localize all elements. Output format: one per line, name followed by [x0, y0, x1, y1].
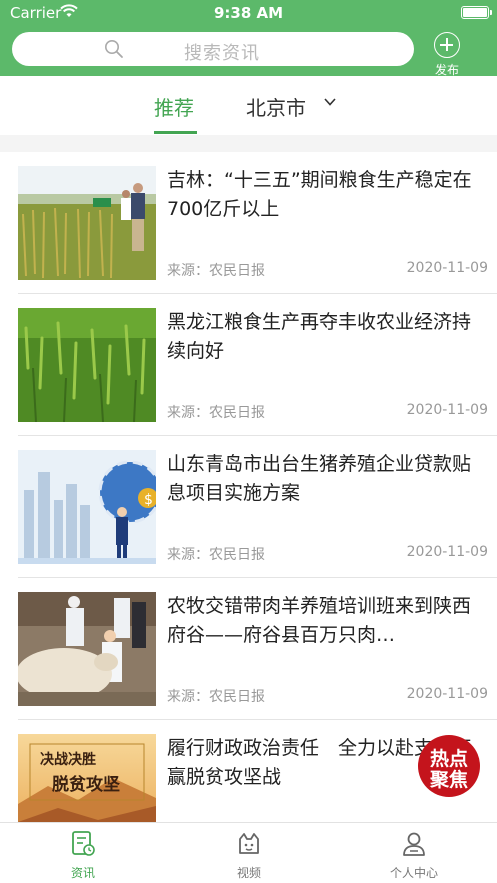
svg-text:$: $	[144, 492, 153, 508]
news-date: 2020-11-09	[406, 686, 488, 702]
news-item[interactable]: 黑龙江粮食生产再夺丰收农业经济持续向好 来源：农民日报 2020-11-09	[0, 294, 497, 436]
search-bar[interactable]: 搜索资讯	[12, 32, 414, 66]
news-title: 农牧交错带肉羊养殖培训班来到陕西府谷——府谷县百万只肉…	[167, 595, 472, 646]
active-tab-indicator	[154, 131, 197, 134]
tab-recommended[interactable]: 推荐	[154, 92, 194, 121]
tab-profile[interactable]: 个人中心	[354, 829, 474, 881]
news-date: 2020-11-09	[406, 260, 488, 276]
add-icon	[434, 32, 460, 58]
section-gap	[0, 135, 497, 152]
tab-news[interactable]: 资讯	[23, 829, 143, 881]
hotspot-line-2: 聚焦	[429, 769, 468, 791]
news-title: 吉林：“十三五”期间粮食生产稳定在700亿斤以上	[167, 169, 472, 220]
hotspot-focus-button[interactable]: 热点 聚焦	[418, 735, 480, 797]
city-selector[interactable]: 北京市	[246, 92, 336, 121]
news-source: 来源：农民日报	[167, 263, 265, 279]
video-icon	[239, 833, 259, 854]
news-thumbnail-poverty-banner: 决战决胜 脱贫攻坚	[18, 734, 156, 822]
news-title: 黑龙江粮食生产再夺丰收农业经济持续向好	[167, 311, 472, 362]
tab-video[interactable]: 视频	[189, 829, 309, 881]
banner-text-bottom: 脱贫攻坚	[52, 774, 120, 795]
news-date: 2020-11-09	[406, 402, 488, 418]
search-icon	[105, 40, 123, 58]
news-item[interactable]: $ 山东青岛市出台生猪养殖企业贷款贴息项目实施方案 来源：农民日报 2020-1…	[0, 436, 497, 578]
news-thumbnail-sheep-training	[18, 592, 156, 706]
news-source: 来源：农民日报	[167, 547, 265, 563]
tab-profile-label: 个人中心	[389, 866, 438, 880]
category-tabs: 推荐 北京市	[0, 76, 497, 135]
top-header: 搜索资讯 发布	[0, 26, 497, 77]
news-date: 2020-11-09	[406, 544, 488, 560]
news-thumbnail-wheat-field	[18, 308, 156, 422]
news-list: 吉林：“十三五”期间粮食生产稳定在700亿斤以上 来源：农民日报 2020-11…	[0, 152, 497, 822]
banner-text-top: 决战决胜	[40, 751, 96, 768]
news-item[interactable]: 吉林：“十三五”期间粮食生产稳定在700亿斤以上 来源：农民日报 2020-11…	[0, 152, 497, 294]
publish-button[interactable]: 发布	[430, 32, 466, 77]
news-item[interactable]: 农牧交错带肉羊养殖培训班来到陕西府谷——府谷县百万只肉… 来源：农民日报 202…	[0, 578, 497, 720]
news-icon	[72, 831, 95, 856]
tab-news-label: 资讯	[70, 866, 95, 880]
search-placeholder: 搜索资讯	[184, 43, 260, 64]
tab-video-label: 视频	[236, 866, 261, 880]
profile-icon	[403, 832, 425, 856]
news-source: 来源：农民日报	[167, 689, 265, 705]
news-thumbnail-business-globe: $	[18, 450, 156, 564]
status-bar: Carrier 9:38 AM	[0, 0, 497, 26]
status-time: 9:38 AM	[213, 4, 284, 22]
city-label: 北京市	[246, 96, 306, 120]
news-thumbnail-rice-field	[18, 166, 156, 280]
battery-icon	[461, 6, 492, 19]
news-title: 山东青岛市出台生猪养殖企业贷款贴息项目实施方案	[167, 453, 472, 504]
chevron-down-icon	[324, 98, 336, 106]
bottom-tab-bar: 资讯 视频 个人中心	[0, 822, 497, 883]
news-source: 来源：农民日报	[167, 405, 265, 421]
